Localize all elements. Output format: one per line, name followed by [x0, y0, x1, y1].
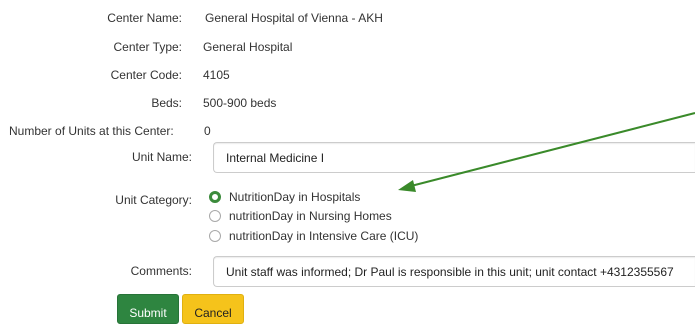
annotation-arrow-icon: [398, 112, 695, 192]
